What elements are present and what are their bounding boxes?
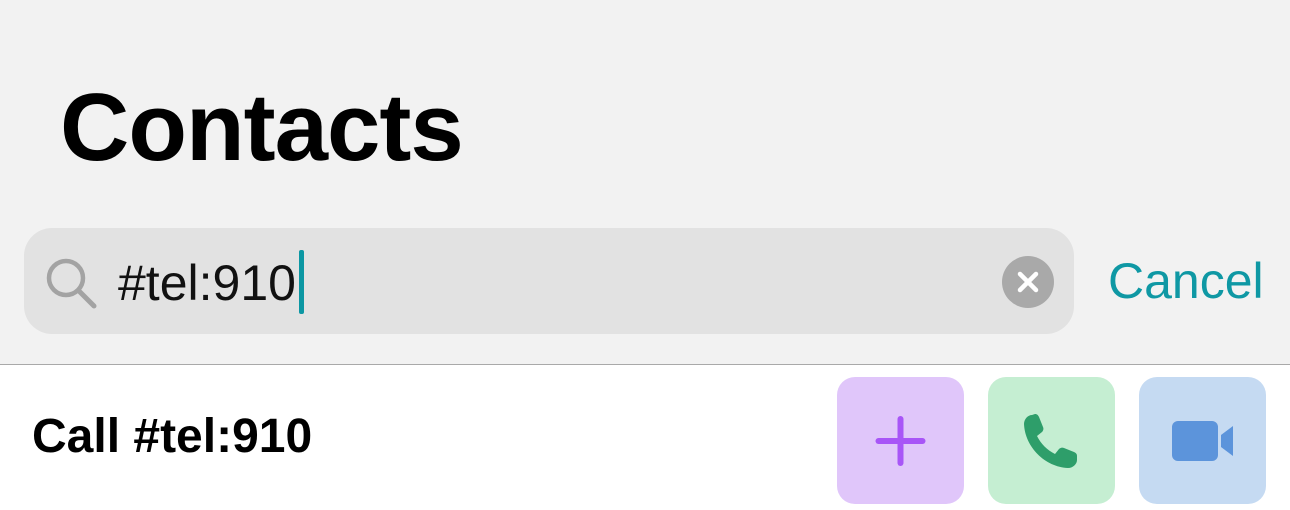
contacts-screen: Contacts #tel:910 Cancel Call #tel:910 (0, 0, 1290, 510)
cancel-button[interactable]: Cancel (1108, 248, 1264, 314)
clear-search-button[interactable] (1002, 256, 1054, 308)
video-call-button[interactable] (1139, 377, 1266, 504)
call-button[interactable] (988, 377, 1115, 504)
video-camera-icon (1172, 421, 1233, 461)
text-caret (299, 250, 304, 314)
search-input[interactable]: #tel:910 (118, 250, 296, 316)
call-result-row[interactable]: Call #tel:910 (0, 365, 1290, 510)
phone-icon (1024, 414, 1077, 468)
header-area: Contacts #tel:910 Cancel (0, 0, 1290, 364)
search-icon (44, 256, 98, 310)
call-result-label: Call #tel:910 (32, 410, 313, 463)
clear-icon (1017, 271, 1039, 293)
plus-icon (875, 416, 926, 466)
page-title: Contacts (60, 74, 464, 181)
add-contact-button[interactable] (837, 377, 964, 504)
